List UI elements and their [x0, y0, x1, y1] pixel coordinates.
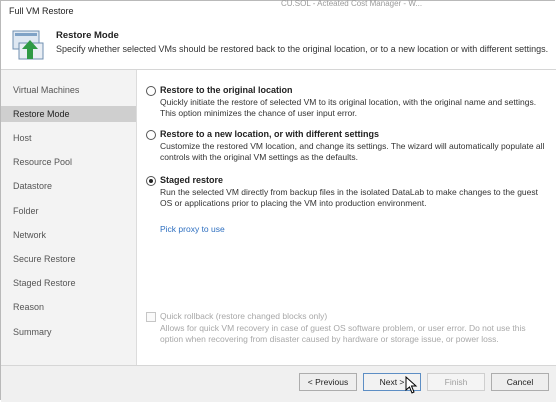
- pick-proxy-link[interactable]: Pick proxy to use: [160, 224, 225, 234]
- page-title: Restore Mode: [56, 30, 119, 41]
- sidebar-item-virtual-machines[interactable]: Virtual Machines: [1, 82, 136, 98]
- sidebar-item-reason[interactable]: Reason: [1, 299, 136, 315]
- sidebar-item-datastore[interactable]: Datastore: [1, 178, 136, 194]
- sidebar-item-network[interactable]: Network: [1, 227, 136, 243]
- original-location-description: Quickly initiate the restore of selected…: [160, 97, 537, 118]
- sidebar-item-secure-restore[interactable]: Secure Restore: [1, 251, 136, 267]
- finish-button[interactable]: Finish: [427, 373, 485, 391]
- new-location-label[interactable]: Restore to a new location, or with diffe…: [160, 129, 379, 139]
- new-location-description: Customize the restored VM location, and …: [160, 141, 545, 162]
- sidebar-item-resource-pool[interactable]: Resource Pool: [1, 154, 136, 170]
- sidebar-item-summary[interactable]: Summary: [1, 324, 136, 340]
- background-window-text: CU.SOL - Acteated Cost Manager - W...: [281, 0, 423, 8]
- sidebar-item-restore-mode[interactable]: Restore Mode: [1, 106, 136, 122]
- staged-restore-radio[interactable]: [146, 176, 156, 186]
- wizard-steps-sidebar: Virtual Machines Restore Mode Host Resou…: [1, 70, 137, 365]
- title-bar: Full VM Restore CU.SOL - Acteated Cost M…: [1, 0, 556, 21]
- quick-rollback-label[interactable]: Quick rollback (restore changed blocks o…: [160, 311, 327, 321]
- quick-rollback-description: Allows for quick VM recovery in case of …: [160, 323, 526, 344]
- original-location-label[interactable]: Restore to the original location: [160, 85, 293, 95]
- staged-restore-label[interactable]: Staged restore: [160, 175, 223, 185]
- sidebar-item-host[interactable]: Host: [1, 130, 136, 146]
- page-description: Specify whether selected VMs should be r…: [56, 44, 549, 54]
- restore-arrow-icon: [12, 30, 44, 60]
- mouse-pointer-icon: [405, 376, 418, 394]
- new-location-radio[interactable]: [146, 130, 156, 140]
- sidebar-item-staged-restore[interactable]: Staged Restore: [1, 275, 136, 291]
- original-location-radio[interactable]: [146, 86, 156, 96]
- wizard-header: Restore Mode Specify whether selected VM…: [1, 21, 556, 70]
- window-title: Full VM Restore: [9, 6, 74, 16]
- cancel-button[interactable]: Cancel: [491, 373, 549, 391]
- restore-mode-panel: Restore to the original location Quickly…: [137, 70, 556, 365]
- staged-restore-description: Run the selected VM directly from backup…: [160, 187, 538, 208]
- quick-rollback-checkbox[interactable]: [146, 312, 156, 322]
- sidebar-item-folder[interactable]: Folder: [1, 203, 136, 219]
- wizard-window: Full VM Restore CU.SOL - Acteated Cost M…: [0, 0, 556, 402]
- previous-button[interactable]: < Previous: [299, 373, 357, 391]
